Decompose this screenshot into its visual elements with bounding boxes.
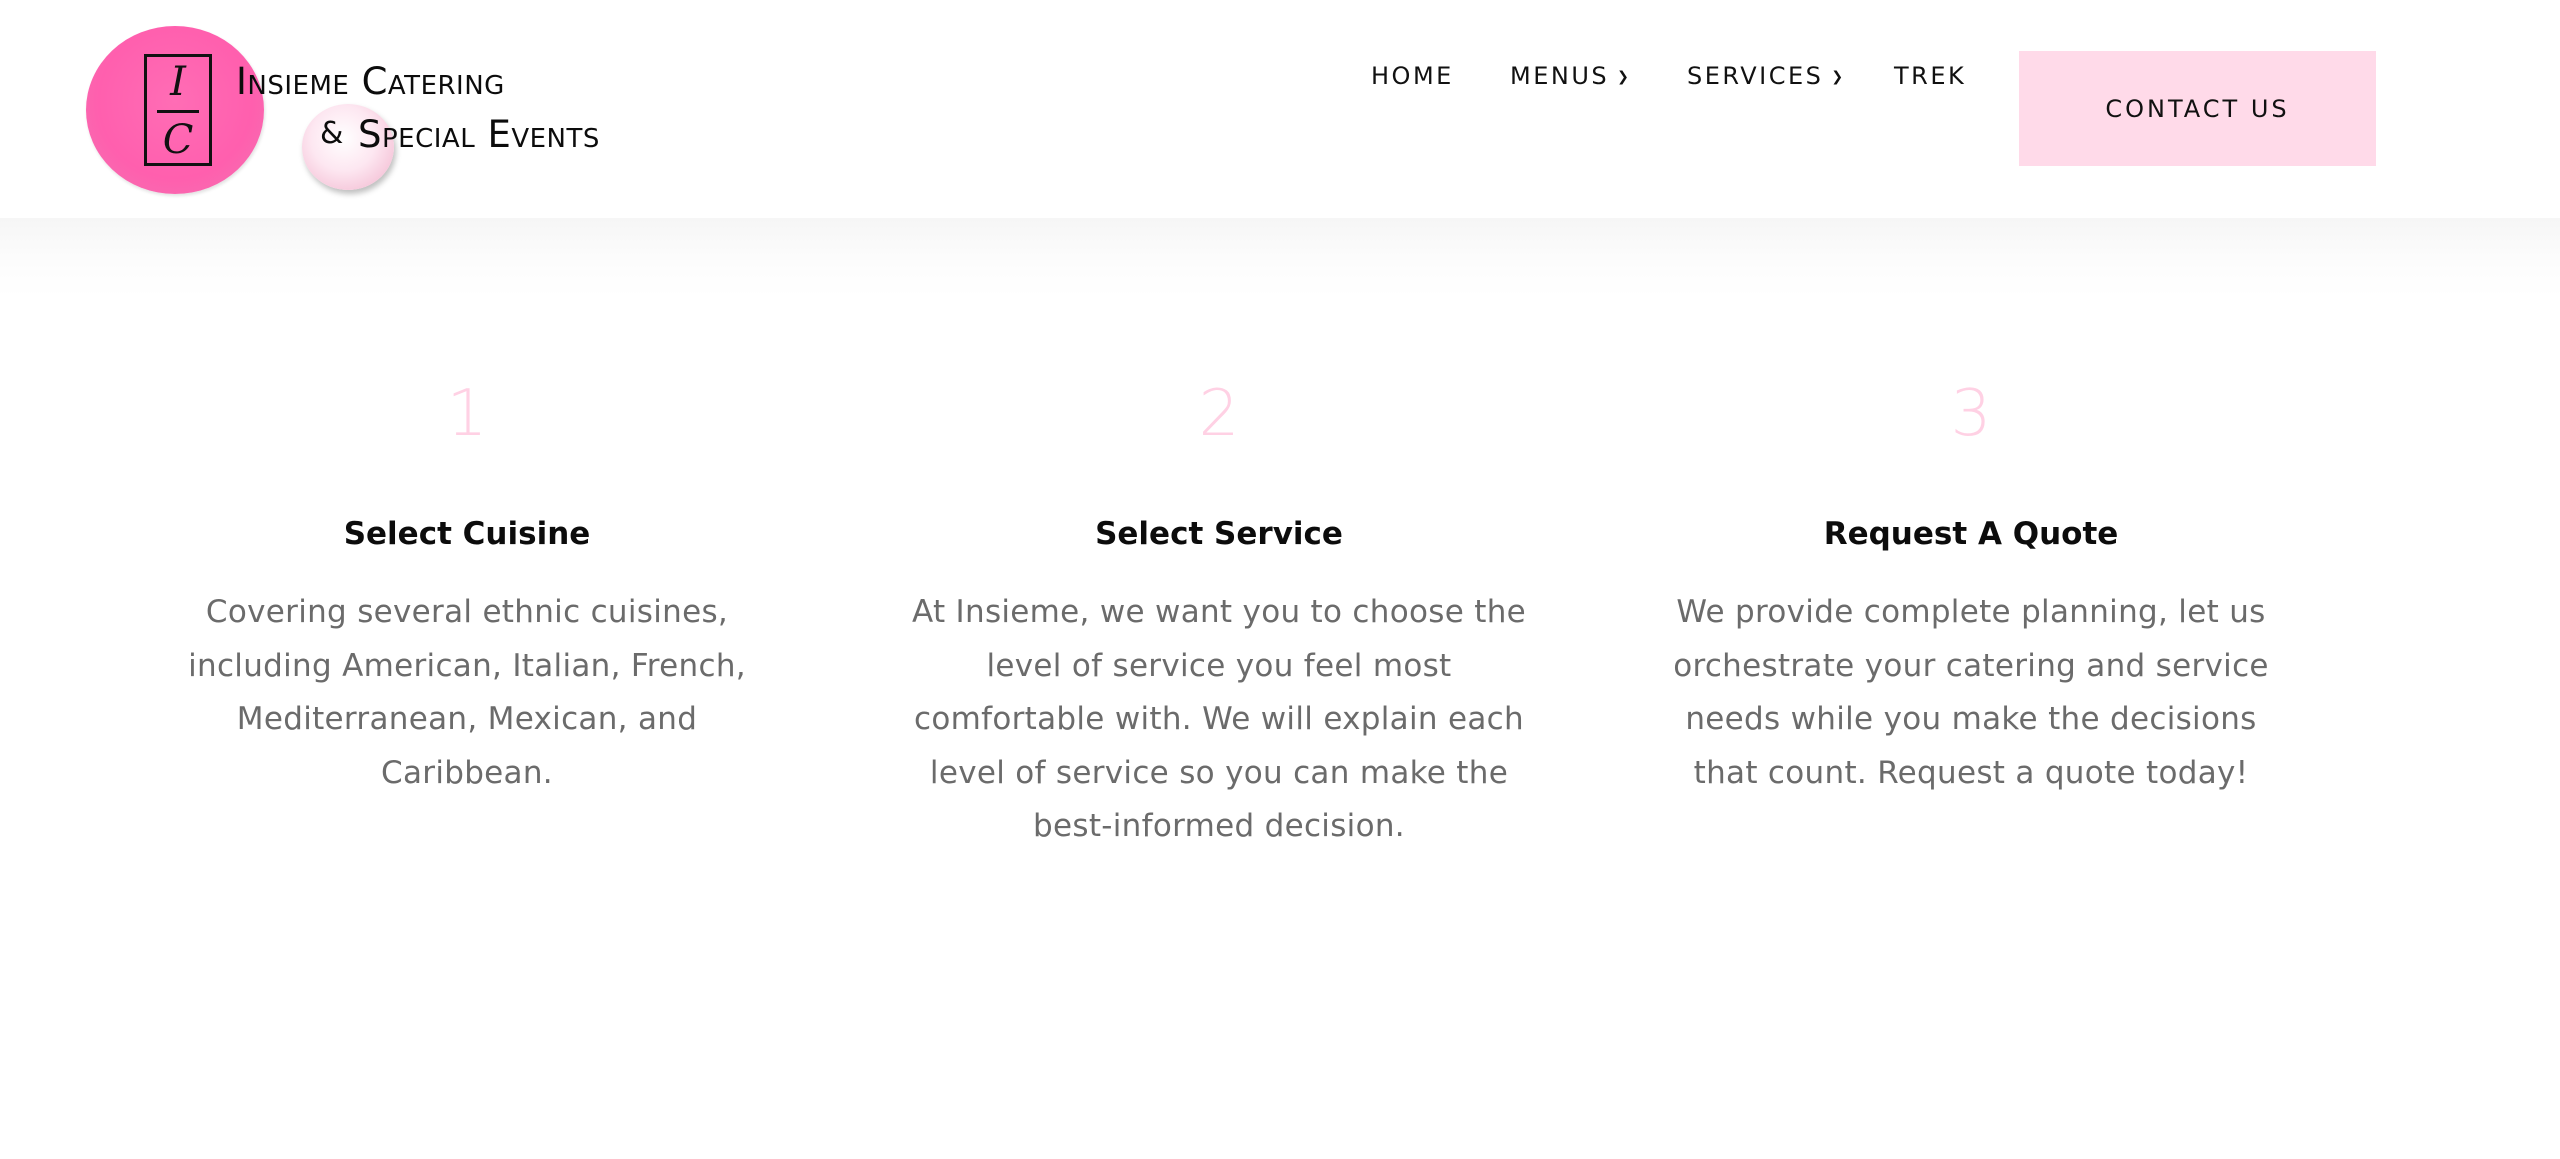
logo-text-line2: Special Events — [358, 113, 600, 156]
logo-monogram-bottom: C — [162, 117, 194, 163]
step-description: We provide complete planning, let us orc… — [1651, 586, 2291, 800]
step-number: 1 — [446, 377, 488, 451]
site-header: I C Insieme Catering & Special Events HO… — [0, 0, 2560, 218]
nav-item-label: MENUS — [1510, 62, 1610, 90]
nav-item-label: SERVICES — [1687, 62, 1824, 90]
step-description-line: Covering several ethnic cuisines, — [205, 594, 729, 630]
step-description-line: At Insieme, we want you to choose the — [911, 594, 1527, 630]
nav-item-label: TREK — [1894, 62, 1967, 90]
step-description-line: We provide complete planning, let us — [1676, 594, 2266, 630]
nav-item-services[interactable]: SERVICES ❯ — [1687, 62, 1843, 90]
step-description-line: level of service you feel most — [986, 647, 1452, 684]
header-shadow — [0, 218, 2560, 298]
nav-item-menus[interactable]: MENUS ❯ — [1510, 62, 1629, 90]
step-title: Select Service — [1095, 516, 1343, 552]
chevron-down-icon: ❯ — [1831, 69, 1844, 85]
step-description-line: comfortable with. We will explain each — [914, 701, 1524, 737]
contact-us-button[interactable]: CONTACT US — [2019, 51, 2376, 166]
step-description-line: best-informed decision. — [1033, 808, 1405, 844]
step-description: At Insieme, we want you to choose the le… — [899, 586, 1539, 854]
step-description-line: that count. Request a quote today! — [1693, 754, 2249, 791]
step-select-cuisine: 1 Select Cuisine Covering several ethnic… — [147, 374, 787, 800]
step-description-line: orchestrate your catering and service — [1673, 647, 2269, 684]
step-description-line: Caribbean. — [381, 754, 553, 791]
logo-monogram: I C — [144, 54, 212, 166]
logo-monogram-top: I — [170, 59, 186, 105]
step-description-line: Mediterranean, Mexican, and — [236, 701, 698, 737]
logo-text-line1: Insieme Catering — [236, 60, 505, 103]
step-description-line: needs while you make the decisions — [1685, 701, 2257, 737]
site-logo[interactable]: I C Insieme Catering & Special Events — [86, 26, 626, 196]
nav-item-home[interactable]: HOME — [1371, 62, 1454, 90]
logo-ampersand: & — [320, 116, 344, 151]
step-number: 2 — [1198, 377, 1240, 451]
chevron-down-icon: ❯ — [1617, 69, 1629, 85]
step-title: Select Cuisine — [343, 516, 591, 552]
step-description-line: including American, Italian, French, — [188, 647, 746, 684]
step-description-line: level of service so you can make the — [929, 754, 1509, 791]
nav-item-label: HOME — [1371, 62, 1454, 90]
step-description: Covering several ethnic cuisines, includ… — [147, 586, 787, 800]
step-request-quote: 3 Request A Quote We provide complete pl… — [1651, 374, 2291, 800]
step-number: 3 — [1950, 377, 1992, 451]
logo-monogram-divider — [157, 110, 199, 113]
step-title: Request A Quote — [1823, 516, 2119, 552]
step-select-service: 2 Select Service At Insieme, we want you… — [899, 374, 1539, 854]
nav-item-trek[interactable]: TREK — [1894, 62, 1966, 90]
